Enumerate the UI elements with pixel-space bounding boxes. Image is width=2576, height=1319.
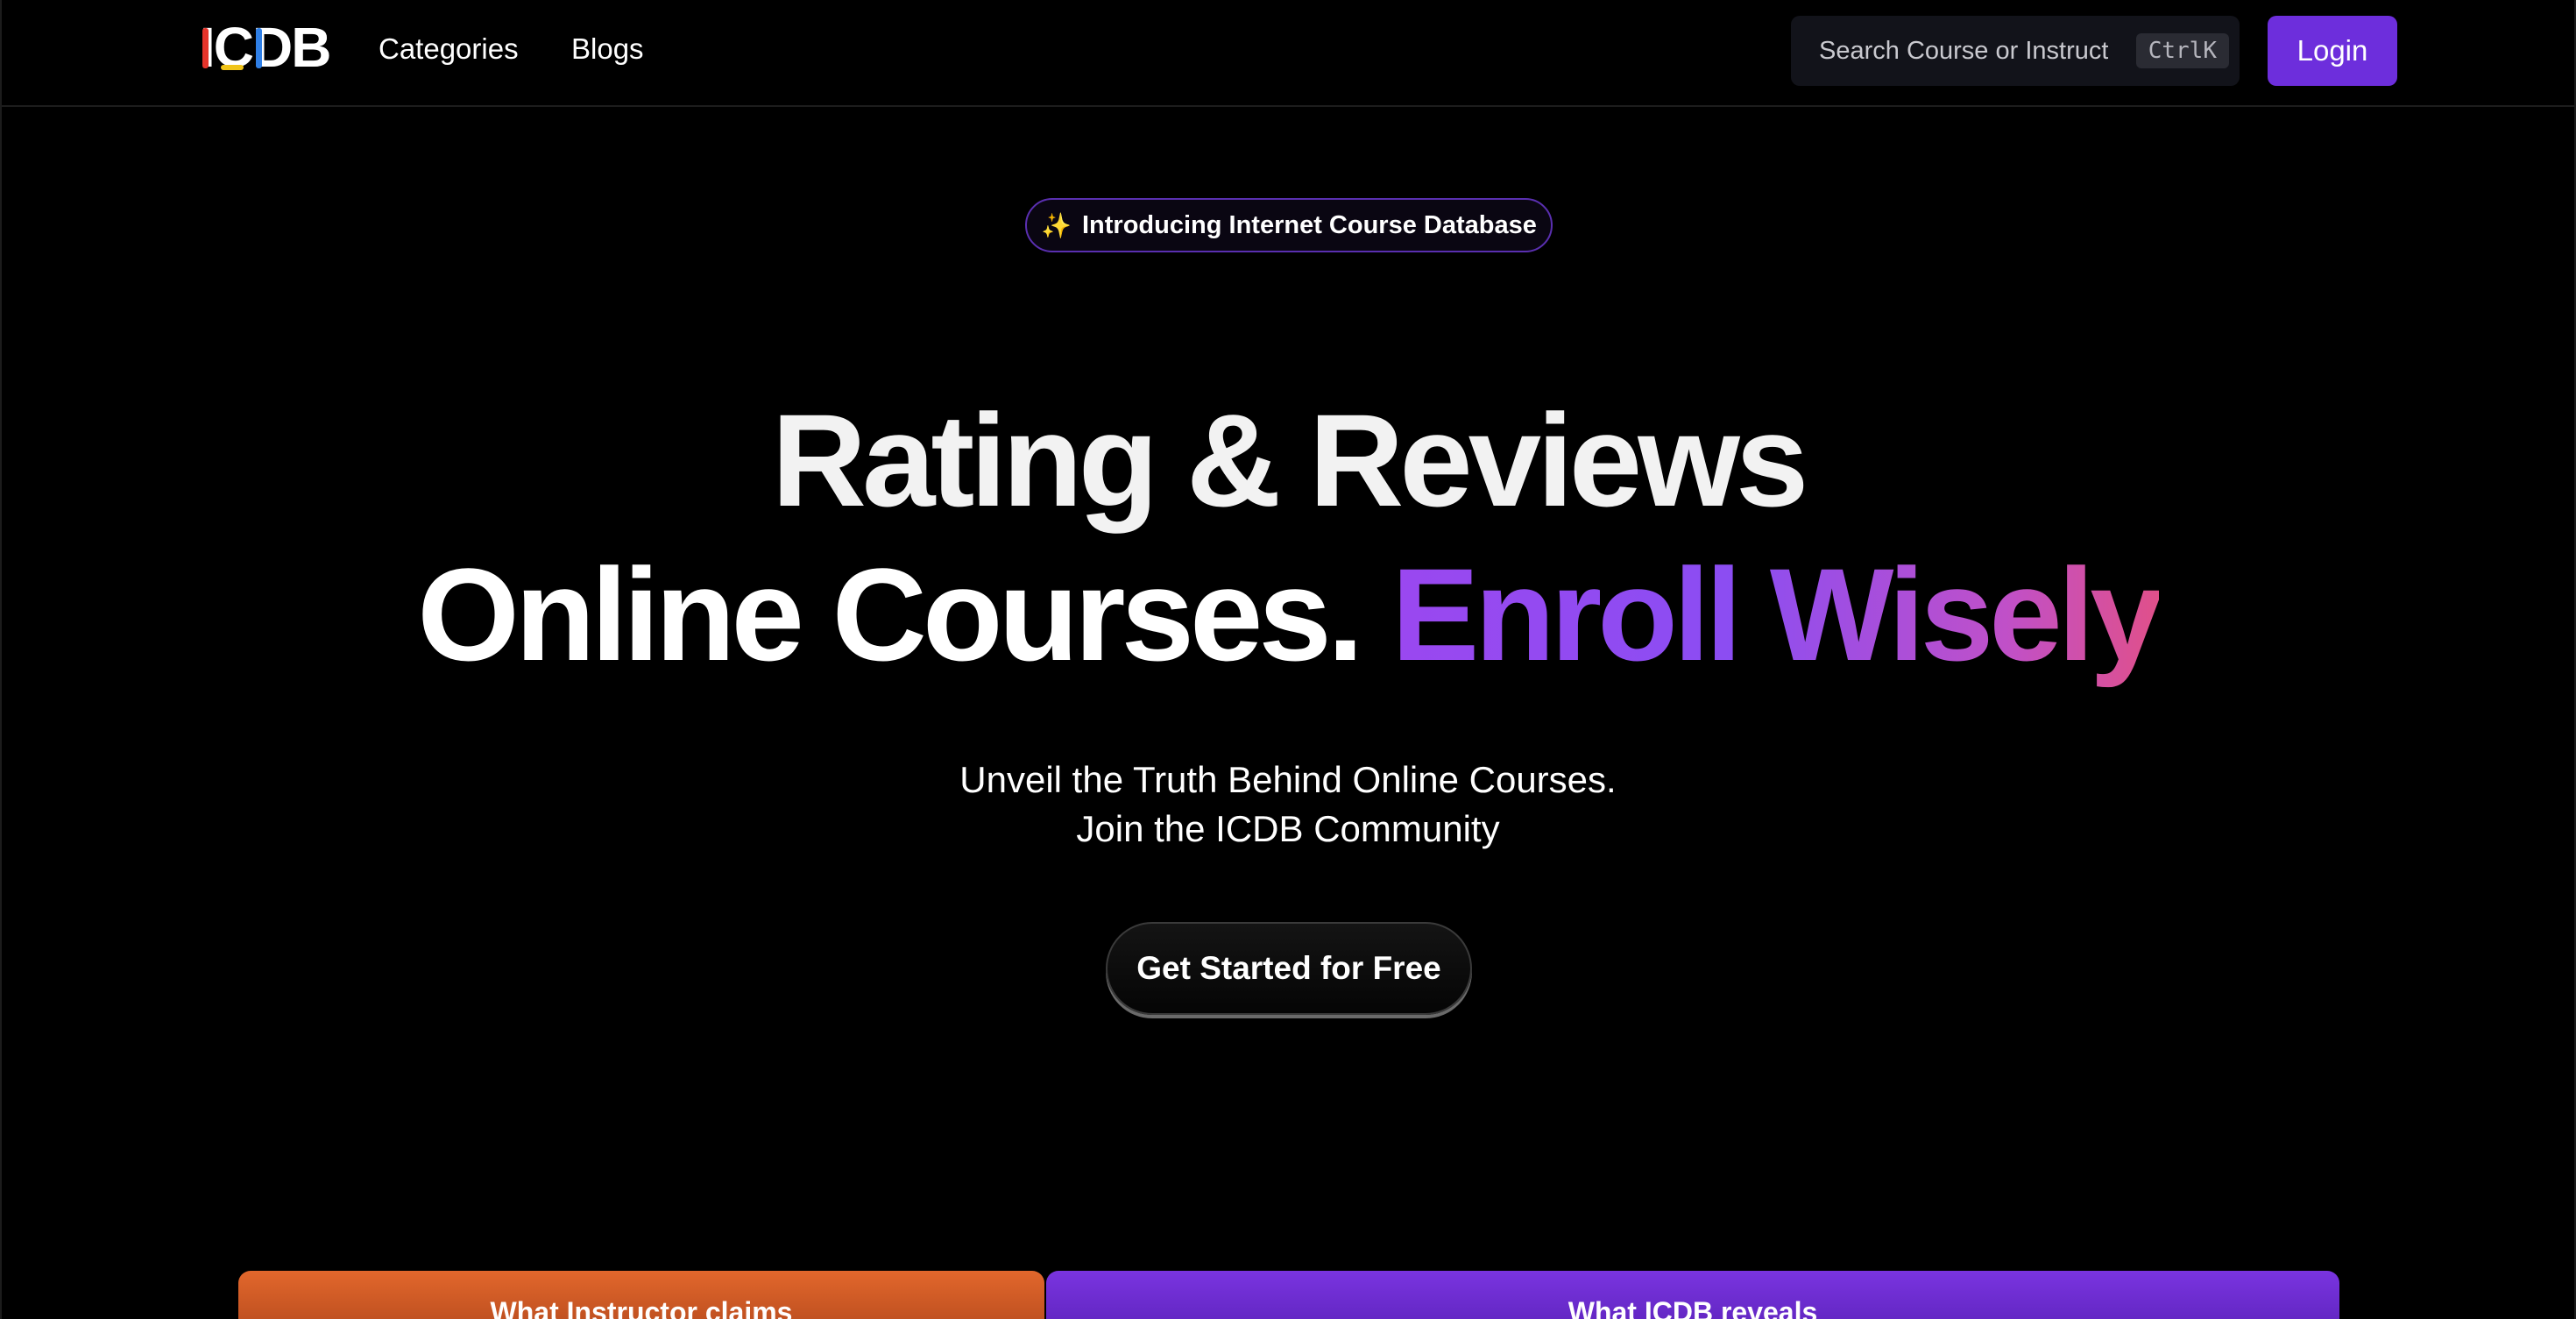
- top-nav: I C D B Categories Blogs Search Course o…: [2, 0, 2574, 107]
- nav-link-blogs[interactable]: Blogs: [571, 30, 644, 68]
- hero-headline-gradient: Enroll Wisely: [1391, 541, 2163, 688]
- hero-headline-line2: Online Courses. Enroll Wisely: [2, 540, 2574, 689]
- sparkles-icon: ✨: [1041, 211, 1072, 239]
- icdb-logo[interactable]: I C D B: [200, 16, 331, 79]
- logo-letter-d: D: [252, 16, 293, 79]
- search-input[interactable]: Search Course or Instructor CtrlK: [1791, 16, 2240, 86]
- hero-subtitle-line2: Join the ICDB Community: [1076, 808, 1500, 849]
- logo-letter-i: I: [200, 16, 216, 79]
- search-placeholder: Search Course or Instructor: [1819, 36, 2108, 65]
- announcement-badge[interactable]: ✨ Introducing Internet Course Database: [1025, 198, 1553, 252]
- hero-headline-plain: Online Courses.: [417, 541, 1363, 688]
- nav-link-categories[interactable]: Categories: [379, 30, 519, 68]
- page: I C D B Categories Blogs Search Course o…: [0, 0, 2576, 1319]
- get-started-button[interactable]: Get Started for Free: [1106, 922, 1472, 1015]
- logo-letter-b: B: [291, 16, 331, 79]
- hero-subtitle: Unveil the Truth Behind Online Courses. …: [2, 755, 2574, 854]
- login-button[interactable]: Login: [2268, 16, 2397, 86]
- announcement-text: Introducing Internet Course Database: [1082, 210, 1537, 239]
- logo-letter-c: C: [213, 16, 254, 79]
- tab-instructor-claims[interactable]: What Instructor claims: [238, 1271, 1044, 1319]
- hero-headline-line1: Rating & Reviews: [771, 386, 1809, 534]
- hero-subtitle-line1: Unveil the Truth Behind Online Courses.: [959, 759, 1617, 800]
- tab-icdb-reveals[interactable]: What ICDB reveals: [1046, 1271, 2339, 1319]
- search-shortcut-hint: CtrlK: [2135, 33, 2229, 68]
